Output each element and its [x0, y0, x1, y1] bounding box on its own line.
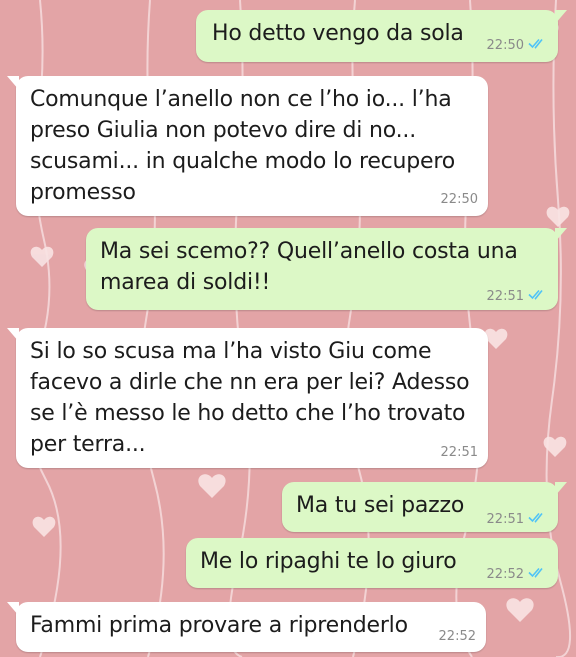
- message-meta: 22:52: [487, 566, 548, 582]
- double-check-read-icon: [528, 288, 548, 304]
- message-text: Si lo so scusa ma l’ha visto Giu come fa…: [30, 339, 470, 457]
- message-meta: 22:51: [441, 445, 478, 460]
- double-check-read-icon: [528, 566, 548, 582]
- message-time: 22:51: [486, 511, 524, 527]
- message-bubble-incoming[interactable]: Comunque l’anello non ce l’ho io... l’ha…: [7, 76, 488, 216]
- message-bubble-incoming[interactable]: Si lo so scusa ma l’ha visto Giu come fa…: [7, 328, 488, 468]
- message-text: Fammi prima provare a riprenderlo: [30, 613, 408, 638]
- message-time: 22:51: [440, 445, 478, 460]
- double-check-read-icon: [528, 511, 548, 527]
- message-time: 22:51: [486, 288, 524, 304]
- message-bubble-outgoing[interactable]: Ma tu sei pazzo 22:51: [282, 482, 567, 532]
- message-text: Ma sei scemo?? Quell’anello costa una ma…: [100, 239, 518, 295]
- message-text: Ho detto vengo da sola: [212, 21, 464, 46]
- message-meta: 22:51: [487, 288, 548, 304]
- message-time: 22:52: [438, 629, 476, 644]
- message-meta: 22:50: [441, 192, 478, 207]
- message-meta: 22:51: [487, 511, 548, 527]
- message-time: 22:50: [486, 37, 524, 53]
- message-text: Me lo ripaghi te lo giuro: [200, 549, 457, 574]
- message-bubble-outgoing[interactable]: Me lo ripaghi te lo giuro 22:52: [186, 538, 558, 588]
- chat-background: Ho detto vengo da sola 22:50 Comunque l’…: [0, 0, 576, 657]
- message-bubble-outgoing[interactable]: Ho detto vengo da sola 22:50: [196, 10, 567, 62]
- message-bubble-incoming[interactable]: Fammi prima provare a riprenderlo 22:52: [7, 602, 486, 652]
- message-text: Comunque l’anello non ce l’ho io... l’ha…: [30, 87, 456, 205]
- message-meta: 22:50: [487, 37, 548, 53]
- message-text: Ma tu sei pazzo: [296, 493, 465, 518]
- message-time: 22:50: [440, 192, 478, 207]
- message-meta: 22:52: [439, 629, 476, 644]
- message-bubble-outgoing[interactable]: Ma sei scemo?? Quell’anello costa una ma…: [86, 228, 567, 310]
- double-check-read-icon: [528, 37, 548, 53]
- message-time: 22:52: [486, 566, 524, 582]
